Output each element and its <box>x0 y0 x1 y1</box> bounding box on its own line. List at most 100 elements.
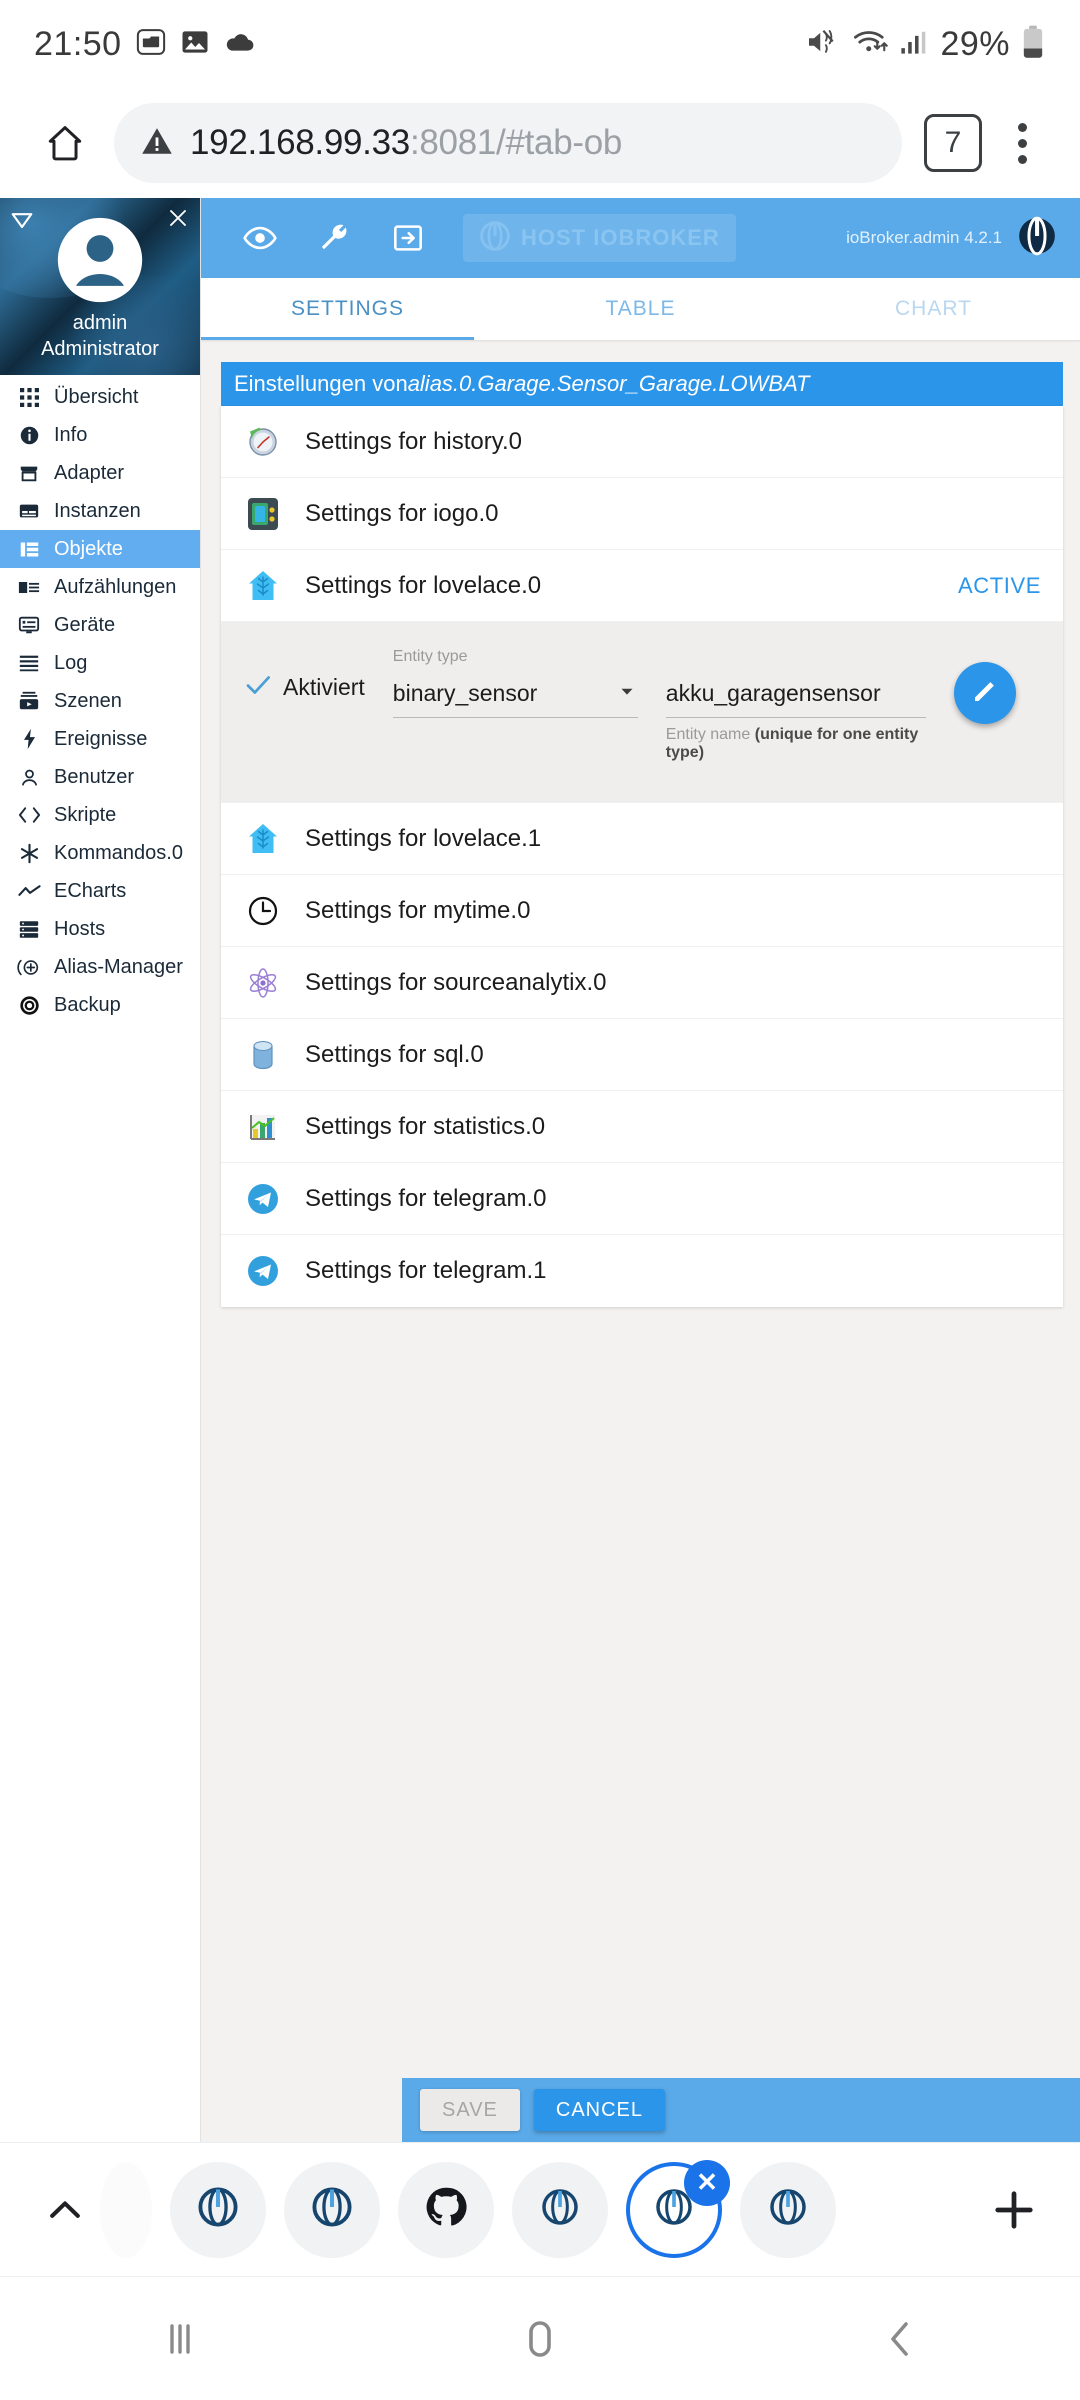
save-button[interactable]: SAVE <box>420 2089 520 2131</box>
sidebar-item-log[interactable]: Log <box>0 644 200 682</box>
folder-icon <box>136 27 166 62</box>
collapse-icon[interactable] <box>8 206 36 239</box>
list-item[interactable]: Settings for iogo.0 <box>221 478 1063 550</box>
sidebar-item-backup[interactable]: Backup <box>0 986 200 1024</box>
settings-list: Settings for history.0 Settings for iogo… <box>221 406 1063 1307</box>
chevron-down-icon[interactable] <box>616 680 638 707</box>
mute-icon <box>806 27 842 62</box>
sidebar-item-label: Szenen <box>54 689 122 712</box>
browser-tab-current[interactable]: ✕ <box>626 2159 730 2258</box>
android-nav-bar <box>0 2276 1080 2400</box>
sidebar-item-echarts[interactable]: ECharts <box>0 872 200 910</box>
omnibox[interactable]: 192.168.99.33:8081/#tab-ob <box>114 103 902 183</box>
wrench-icon[interactable] <box>297 201 371 275</box>
sidebar-item-kommandos[interactable]: Kommandos.0 <box>0 834 200 872</box>
list-item[interactable]: Settings for sourceanalytix.0 <box>221 947 1063 1019</box>
close-icon[interactable]: ✕ <box>684 2159 730 2206</box>
sidebar-item-szenen[interactable]: Szenen <box>0 682 200 720</box>
recents-icon[interactable] <box>0 2315 360 2363</box>
list-item[interactable]: Settings for lovelace.1 <box>221 803 1063 875</box>
sidebar-item-hosts[interactable]: Hosts <box>0 910 200 948</box>
lovelace-house-icon <box>243 819 283 859</box>
list-item-label: Settings for sql.0 <box>305 1040 484 1068</box>
list-item-label: Settings for mytime.0 <box>305 896 531 924</box>
iobroker-logo-icon[interactable] <box>1016 215 1058 262</box>
browser-tab-partial[interactable] <box>100 2161 152 2258</box>
list-item[interactable]: Settings for statistics.0 <box>221 1091 1063 1163</box>
list-item[interactable]: Settings for telegram.1 <box>221 1235 1063 1307</box>
sidebar-item-info[interactable]: Info <box>0 416 200 454</box>
entity-type-value: binary_sensor <box>392 680 538 706</box>
iobroker-logo-icon <box>768 2187 808 2232</box>
list-item-label: Settings for telegram.0 <box>305 1184 547 1212</box>
tab-chart[interactable]: CHART <box>787 278 1080 340</box>
sidebar-item-geraete[interactable]: Geräte <box>0 606 200 644</box>
sidebar-item-alias-manager[interactable]: Alias-Manager <box>0 948 200 986</box>
sidebar-item-aufzaehlungen[interactable]: Aufzählungen <box>0 568 200 606</box>
tab-count-button[interactable]: 7 <box>924 114 982 172</box>
sidebar-item-ereignisse[interactable]: Ereignisse <box>0 720 200 758</box>
cloud-icon <box>224 29 256 60</box>
browser-tab[interactable] <box>740 2161 836 2258</box>
sidebar-item-adapter[interactable]: Adapter <box>0 454 200 492</box>
sidebar-item-objekte[interactable]: Objekte <box>0 530 200 568</box>
browser-tab[interactable] <box>170 2161 266 2258</box>
battery-percent: 29% <box>940 24 1010 63</box>
cancel-button[interactable]: CANCEL <box>533 2089 666 2131</box>
check-icon <box>243 670 273 705</box>
chevron-up-icon[interactable] <box>26 2188 104 2232</box>
kebab-menu-icon[interactable] <box>992 122 1052 164</box>
entity-name-input-control[interactable]: akku_garagensensor <box>665 670 926 718</box>
entity-type-select-control[interactable]: binary_sensor <box>392 670 638 718</box>
list-item[interactable]: Settings for telegram.0 <box>221 1163 1063 1235</box>
browser-tab[interactable] <box>398 2161 494 2258</box>
store-icon <box>16 462 42 484</box>
list-item[interactable]: Settings for lovelace.0 ACTIVE <box>221 550 1063 622</box>
sidebar: admin Administrator Übersicht Info Adapt… <box>0 198 201 2142</box>
url-text[interactable]: 192.168.99.33:8081/#tab-ob <box>190 123 622 163</box>
enabled-checkbox[interactable]: Aktiviert <box>221 670 365 705</box>
host-selector-button[interactable]: HOST IOBROKER <box>463 214 736 262</box>
sidebar-item-label: Skripte <box>54 803 117 826</box>
edit-button[interactable] <box>953 662 1016 724</box>
plus-icon[interactable] <box>974 2184 1054 2236</box>
enabled-label: Aktiviert <box>283 674 365 700</box>
sidebar-item-label: Adapter <box>54 461 125 484</box>
enum-icon <box>16 579 42 596</box>
tab-table[interactable]: TABLE <box>494 278 787 340</box>
export-icon[interactable] <box>371 201 445 275</box>
list-view-icon <box>16 539 42 560</box>
tab-settings[interactable]: SETTINGS <box>201 278 494 340</box>
entity-name-input[interactable]: akku_garagensensor Entity name (unique f… <box>665 670 926 762</box>
app-version-label: ioBroker.admin 4.2.1 <box>846 228 1002 247</box>
list-item[interactable]: Settings for mytime.0 <box>221 875 1063 947</box>
main-content: HOST IOBROKER ioBroker.admin 4.2.1 SETTI… <box>201 198 1080 2142</box>
sidebar-item-label: Geräte <box>54 613 116 636</box>
list-item[interactable]: Settings for sql.0 <box>221 1019 1063 1091</box>
sidebar-item-label: Info <box>54 423 88 446</box>
panel-title-object-id: alias.0.Garage.Sensor_Garage.LOWBAT <box>407 371 810 396</box>
entity-name-helper: Entity name (unique for one entity type) <box>666 726 926 762</box>
eye-icon[interactable] <box>223 201 297 275</box>
panel-title-prefix: Einstellungen von <box>234 371 408 396</box>
list-item-label: Settings for telegram.1 <box>305 1257 547 1284</box>
sidebar-item-instanzen[interactable]: Instanzen <box>0 492 200 530</box>
back-chevron-icon[interactable] <box>720 2315 1080 2363</box>
entity-type-select[interactable]: Entity type binary_sensor <box>392 648 638 718</box>
list-item[interactable]: Settings for history.0 <box>221 406 1063 478</box>
close-icon[interactable] <box>166 206 190 235</box>
entity-type-label: Entity type <box>392 648 468 665</box>
sidebar-item-label: ECharts <box>54 879 127 902</box>
warning-triangle-icon[interactable] <box>140 124 174 163</box>
browser-tab[interactable] <box>284 2161 380 2258</box>
list-item-label: Settings for lovelace.1 <box>305 824 542 852</box>
browser-tab[interactable] <box>512 2161 608 2258</box>
grid-icon <box>16 387 42 407</box>
list-item-label: Settings for sourceanalytix.0 <box>305 968 607 996</box>
sidebar-item-benutzer[interactable]: Benutzer <box>0 758 200 796</box>
sidebar-item-skripte[interactable]: Skripte <box>0 796 200 834</box>
bolt-icon <box>16 728 42 750</box>
home-circle-icon[interactable] <box>360 2315 720 2363</box>
home-icon[interactable] <box>28 106 102 180</box>
sidebar-item-uebersicht[interactable]: Übersicht <box>0 378 200 416</box>
